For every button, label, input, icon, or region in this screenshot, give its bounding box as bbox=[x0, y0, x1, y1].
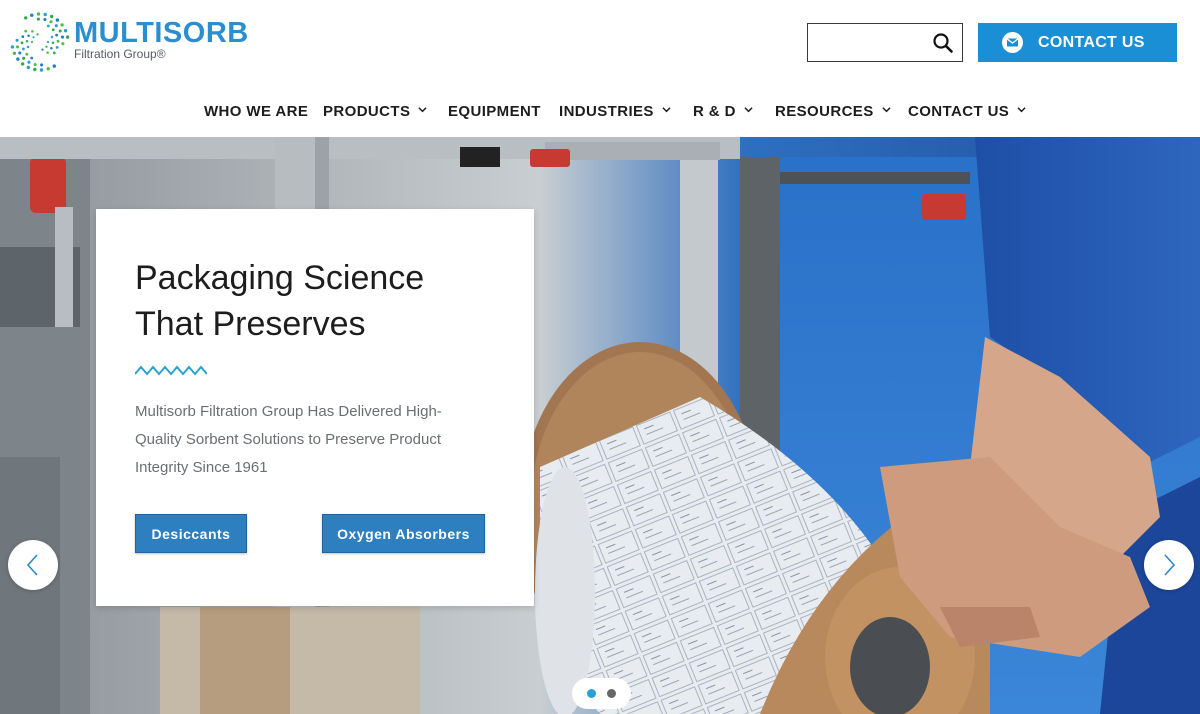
nav-item-industries[interactable]: INDUSTRIES bbox=[559, 103, 671, 121]
carousel-dot[interactable] bbox=[607, 689, 616, 698]
carousel-pagination bbox=[572, 678, 631, 709]
contact-us-button[interactable]: CONTACT US bbox=[978, 23, 1177, 62]
hero-title-line-1: Packaging Science bbox=[135, 259, 425, 297]
zigzag-divider bbox=[135, 365, 207, 376]
nav-label: EQUIPMENT bbox=[448, 103, 541, 120]
desiccants-button[interactable]: Desiccants bbox=[135, 514, 247, 553]
brand-name: MULTISORB bbox=[74, 17, 249, 49]
hero-title-line-2: That Preserves bbox=[135, 305, 366, 343]
search-input[interactable] bbox=[814, 30, 926, 55]
nav-label: WHO WE ARE bbox=[204, 103, 309, 120]
chevron-down-icon bbox=[744, 107, 753, 113]
nav-item-who-we-are[interactable]: WHO WE ARE bbox=[204, 103, 308, 121]
nav-label: INDUSTRIES bbox=[559, 103, 654, 120]
hero-carousel: Packaging Science That Preserves Multiso… bbox=[0, 137, 1200, 714]
oxygen-absorbers-button[interactable]: Oxygen Absorbers bbox=[322, 514, 485, 553]
mail-icon bbox=[1002, 32, 1023, 53]
nav-label: R & D bbox=[693, 103, 736, 120]
chevron-down-icon bbox=[662, 107, 671, 113]
dotted-swirl-logo-icon bbox=[10, 12, 70, 72]
chevron-down-icon bbox=[418, 107, 427, 113]
nav-label: CONTACT US bbox=[908, 103, 1010, 120]
chevron-down-icon bbox=[882, 107, 891, 113]
nav-item-r-and-d[interactable]: R & D bbox=[693, 103, 753, 121]
hero-description: Multisorb Filtration Group Has Delivered… bbox=[135, 403, 442, 476]
carousel-next-button[interactable] bbox=[1144, 540, 1194, 590]
site-header: MULTISORB Filtration Group® CONTACT US W… bbox=[0, 0, 1200, 137]
search-icon[interactable] bbox=[932, 32, 954, 54]
search-box bbox=[807, 23, 963, 62]
carousel-prev-button[interactable] bbox=[8, 540, 58, 590]
chevron-down-icon bbox=[1017, 107, 1026, 113]
main-nav: WHO WE ARE PRODUCTS EQUIPMENT INDUSTRIES… bbox=[0, 95, 1200, 129]
carousel-dot-active[interactable] bbox=[587, 689, 596, 698]
chevron-right-icon bbox=[1164, 554, 1176, 576]
nav-item-contact-us[interactable]: CONTACT US bbox=[908, 103, 1026, 121]
nav-label: PRODUCTS bbox=[323, 103, 411, 120]
nav-item-products[interactable]: PRODUCTS bbox=[323, 103, 427, 121]
site-logo[interactable]: MULTISORB Filtration Group® bbox=[8, 8, 268, 76]
hero-title: Packaging Science That Preserves bbox=[135, 255, 515, 347]
chevron-left-icon bbox=[26, 554, 38, 576]
contact-us-label: CONTACT US bbox=[1038, 34, 1145, 51]
brand-tagline: Filtration Group® bbox=[74, 47, 166, 61]
nav-item-equipment[interactable]: EQUIPMENT bbox=[448, 103, 541, 121]
nav-item-resources[interactable]: RESOURCES bbox=[775, 103, 891, 121]
nav-label: RESOURCES bbox=[775, 103, 874, 120]
